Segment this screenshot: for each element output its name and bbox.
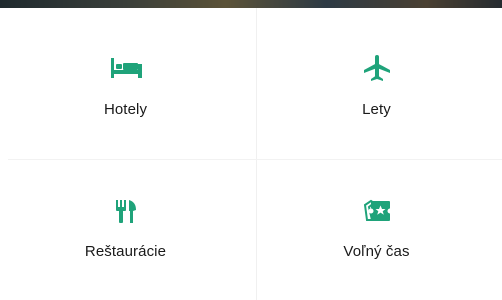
grid-divider-horizontal (8, 159, 502, 160)
hero-image-strip (0, 0, 502, 8)
tile-label: Hotely (103, 101, 148, 118)
tile-hotels[interactable]: Hotely (0, 8, 251, 154)
fork-knife-icon (109, 196, 143, 226)
airplane-icon (360, 53, 394, 83)
tile-label: Lety (362, 101, 391, 118)
ticket-icon (360, 196, 394, 226)
grid-divider-vertical (256, 8, 257, 300)
tile-restaurants[interactable]: Reštaurácie (0, 154, 251, 300)
category-grid: Hotely Lety Reštaurácie Voľný čas (0, 8, 502, 300)
tile-flights[interactable]: Lety (251, 8, 502, 154)
tile-label: Voľný čas (343, 243, 410, 260)
tile-label: Reštaurácie (84, 243, 167, 260)
tile-leisure[interactable]: Voľný čas (251, 154, 502, 300)
bed-icon (109, 53, 143, 83)
page: Hotely Lety Reštaurácie Voľný čas (0, 0, 502, 300)
